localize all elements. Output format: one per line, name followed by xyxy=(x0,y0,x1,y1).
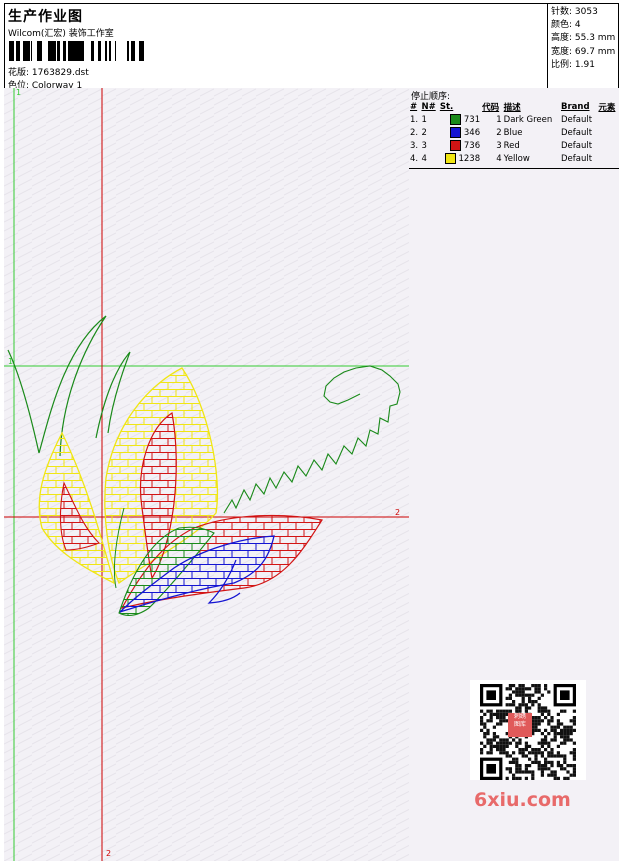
barcode xyxy=(9,41,144,61)
color-swatch xyxy=(450,127,462,138)
stitch-count-value: 731 xyxy=(463,115,481,125)
row-element xyxy=(597,152,619,165)
col-element: 元素 xyxy=(598,102,616,113)
page-title: 生产作业图 xyxy=(8,9,83,25)
row-code: 3 xyxy=(496,140,502,151)
row-description: Red xyxy=(503,140,520,151)
site-watermark: 6xiu.com xyxy=(474,789,571,811)
col-code: 代码 xyxy=(482,102,500,113)
table-row[interactable]: 1. 1 731 1 Dark Green Default xyxy=(409,113,619,126)
col-brand: Brand xyxy=(560,101,590,112)
row-description: Blue xyxy=(503,127,523,138)
row-index: 2. xyxy=(410,127,419,138)
row-element xyxy=(597,126,619,139)
red-horizontal-guide-label: 2 xyxy=(395,508,400,517)
design-height: 高度: 55.3 mm xyxy=(551,33,616,44)
row-needle: 2 xyxy=(421,127,427,138)
design-file-label: 花版: 1763829.dst xyxy=(8,68,89,78)
row-stitches: 731 xyxy=(439,113,481,126)
green-vertical-guide-label: 1 xyxy=(16,88,21,97)
row-stitches: 736 xyxy=(439,139,481,152)
col-needle: N# xyxy=(421,101,436,112)
stitch-count-value: 346 xyxy=(463,128,481,138)
table-divider xyxy=(409,168,619,169)
row-index: 4. xyxy=(410,153,419,164)
row-needle: 4 xyxy=(421,153,427,164)
design-canvas[interactable]: 1 1 2 2 xyxy=(4,88,410,861)
table-row[interactable]: 2. 2 346 2 Blue Default xyxy=(409,126,619,139)
stitch-count: 针数: 3053 xyxy=(551,7,598,17)
row-stitches: 1238 xyxy=(439,152,481,165)
row-brand: Default xyxy=(560,153,593,164)
table-row[interactable]: 4. 4 1238 4 Yellow Default xyxy=(409,152,619,165)
embroidery-preview: 1 1 2 2 xyxy=(4,88,410,861)
header-info: 生产作业图 Wilcom(汇宏) 装饰工作室 花版: 1763829.dst 色… xyxy=(5,4,548,91)
color-swatch xyxy=(450,114,462,125)
red-vertical-guide-label: 2 xyxy=(106,849,111,858)
stitch-count-value: 1238 xyxy=(458,154,481,164)
design-width: 宽度: 69.7 mm xyxy=(551,46,616,57)
company-name: Wilcom(汇宏) 装饰工作室 xyxy=(8,29,114,39)
design-stats: 针数: 3053 颜色: 4 高度: 55.3 mm 宽度: 69.7 mm 比… xyxy=(551,6,615,72)
header: 生产作业图 Wilcom(汇宏) 装饰工作室 花版: 1763829.dst 色… xyxy=(4,3,619,91)
color-count: 颜色: 4 xyxy=(551,20,581,31)
scale-ratio: 比例: 1.91 xyxy=(551,59,595,70)
row-description: Dark Green xyxy=(503,114,553,125)
row-brand: Default xyxy=(560,114,593,125)
stitch-count-value: 736 xyxy=(463,141,481,151)
col-stitches: St. xyxy=(439,101,454,112)
seal-stamp: 刺绣 图库 xyxy=(508,713,532,737)
table-header-row: # N# St. 代码 描述 Brand 元素 xyxy=(409,100,619,113)
row-description: Yellow xyxy=(503,153,530,164)
row-brand: Default xyxy=(560,127,593,138)
row-needle: 3 xyxy=(421,140,427,151)
row-brand: Default xyxy=(560,140,593,151)
row-needle: 1 xyxy=(421,114,427,125)
row-code: 1 xyxy=(496,114,502,125)
row-code: 2 xyxy=(496,127,502,138)
col-description: 描述 xyxy=(503,102,521,113)
row-code: 4 xyxy=(496,153,502,164)
table-row[interactable]: 3. 3 736 3 Red Default xyxy=(409,139,619,152)
row-index: 3. xyxy=(410,140,419,151)
qr-code: 刺绣 图库 xyxy=(470,680,586,780)
color-swatch xyxy=(450,140,462,151)
row-element xyxy=(597,139,619,152)
col-index: # xyxy=(410,101,418,112)
stop-sequence-table: # N# St. 代码 描述 Brand 元素 1. 1 731 1 Dark Gre… xyxy=(409,100,619,165)
color-swatch xyxy=(444,153,456,164)
row-index: 1. xyxy=(410,114,419,125)
row-stitches: 346 xyxy=(439,126,481,139)
row-element xyxy=(597,113,619,126)
